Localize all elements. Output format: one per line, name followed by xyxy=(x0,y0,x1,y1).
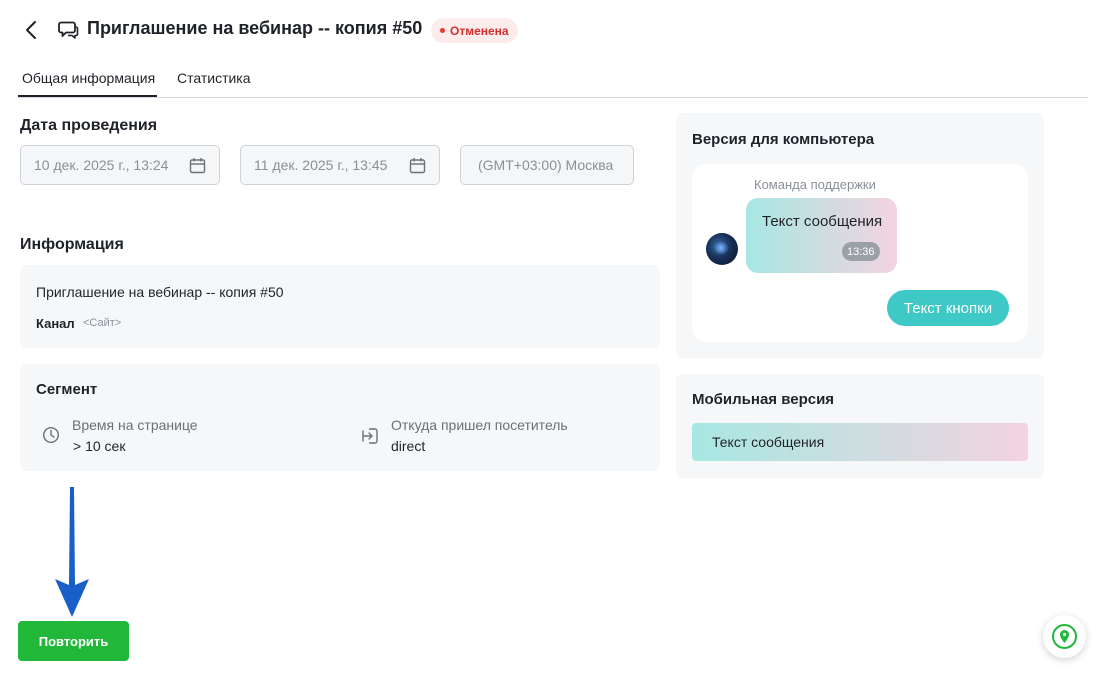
chat-bubble-icon xyxy=(57,19,79,41)
status-dot-icon xyxy=(440,28,445,33)
message-bubble: Текст сообщения 13:36 xyxy=(746,198,897,273)
location-pin-icon xyxy=(1052,624,1077,649)
desktop-preview-widget: Команда поддержки Текст сообщения 13:36 … xyxy=(692,164,1028,342)
start-date-field[interactable]: 10 дек. 2025 г., 13:24 xyxy=(20,145,220,185)
start-date-value: 10 дек. 2025 г., 13:24 xyxy=(34,157,169,173)
active-tab-indicator xyxy=(18,95,157,97)
channel-value: <Сайт> xyxy=(83,317,122,329)
message-text: Текст сообщения xyxy=(762,213,883,230)
timezone-field[interactable]: (GMT+03:00) Москва xyxy=(460,145,634,185)
schedule-section-title: Дата проведения xyxy=(20,117,158,134)
timezone-value: (GMT+03:00) Москва xyxy=(478,157,614,173)
floating-widget-button[interactable] xyxy=(1043,615,1086,658)
status-badge: Отменена xyxy=(431,18,518,43)
segment-source-value: direct xyxy=(391,438,426,454)
calendar-icon xyxy=(189,158,206,174)
segment-card: Сегмент Время на странице > 10 сек Откуд… xyxy=(20,364,660,471)
channel-label: Канал xyxy=(36,316,75,331)
preview-action-button[interactable]: Текст кнопки xyxy=(887,290,1009,326)
enter-icon xyxy=(362,428,378,444)
information-card: Приглашение на вебинар -- копия #50 Кана… xyxy=(20,265,660,348)
message-time: 13:36 xyxy=(842,242,880,261)
information-section-title: Информация xyxy=(20,236,124,253)
desktop-preview-title: Версия для компьютера xyxy=(692,131,875,148)
back-button[interactable] xyxy=(20,18,42,42)
mobile-message-bar: Текст сообщения xyxy=(692,423,1028,461)
mobile-preview-card: Мобильная версия Текст сообщения xyxy=(676,374,1044,478)
mobile-preview-title: Мобильная версия xyxy=(692,391,835,408)
clock-icon xyxy=(42,426,60,444)
segment-source-label: Откуда пришел посетитель xyxy=(391,417,568,433)
end-date-field[interactable]: 11 дек. 2025 г., 13:45 xyxy=(240,145,440,185)
calendar-icon xyxy=(409,158,426,174)
status-label: Отменена xyxy=(450,23,509,38)
tab-bar: Общая информация Статистика xyxy=(18,64,1088,98)
arrow-down-icon xyxy=(55,487,89,617)
tab-statistics[interactable]: Статистика xyxy=(177,70,251,86)
sender-name: Команда поддержки xyxy=(754,177,876,192)
avatar xyxy=(706,233,738,265)
tab-general-info[interactable]: Общая информация xyxy=(22,70,155,96)
segment-section-title: Сегмент xyxy=(36,381,98,398)
end-date-value: 11 дек. 2025 г., 13:45 xyxy=(254,157,388,173)
page-title: Приглашение на вебинар -- копия #50 xyxy=(87,18,423,38)
page-header: Приглашение на вебинар -- копия #50 Отме… xyxy=(0,0,1101,60)
segment-time-value: > 10 сек xyxy=(73,438,126,454)
repeat-button[interactable]: Повторить xyxy=(18,621,129,661)
chevron-left-icon xyxy=(26,21,36,39)
desktop-preview-card: Версия для компьютера Команда поддержки … xyxy=(676,113,1044,358)
segment-time-label: Время на странице xyxy=(72,417,198,433)
campaign-name: Приглашение на вебинар -- копия #50 xyxy=(36,284,284,300)
